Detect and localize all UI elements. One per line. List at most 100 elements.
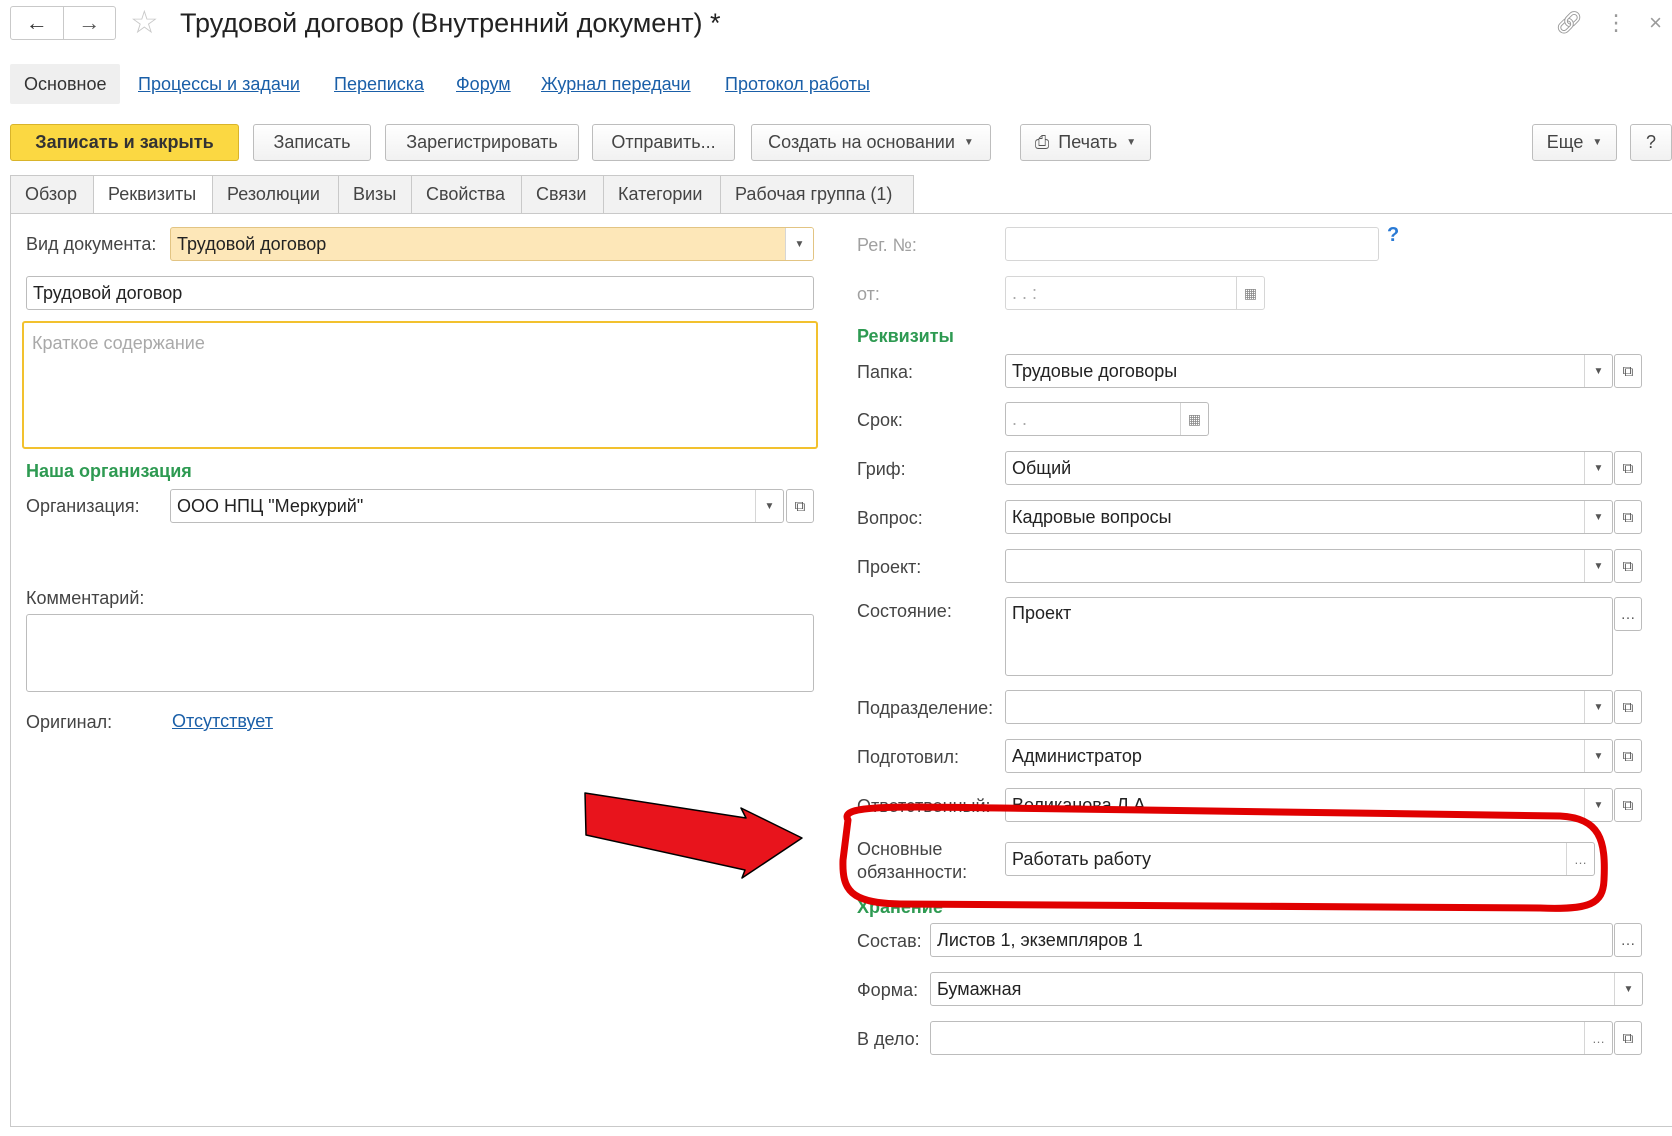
open-icon[interactable]: ⧉ [1614,451,1642,485]
open-icon[interactable]: ⧉ [1614,788,1642,822]
chevron-down-icon[interactable]: ▼ [755,490,783,522]
prepared-value: Администратор [1012,746,1142,766]
chevron-down-icon[interactable]: ▼ [785,228,813,260]
org-label: Организация: [26,496,140,516]
summary-field[interactable]: Краткое содержание [22,321,818,449]
question-field[interactable]: Кадровые вопросы ▼ [1005,500,1613,534]
chevron-down-icon[interactable]: ▼ [1614,973,1642,1005]
open-icon[interactable]: ⧉ [1614,549,1642,583]
save-close-button[interactable]: Записать и закрыть [10,124,239,161]
print-label: Печать [1058,132,1118,152]
folder-field[interactable]: Трудовые договоры ▼ [1005,354,1613,388]
open-icon[interactable]: ⧉ [1614,500,1642,534]
open-icon[interactable]: ⧉ [1614,690,1642,724]
section-tab-correspondence[interactable]: Переписка [334,64,424,104]
responsible-field[interactable]: Великанова Л.А. ▼ [1005,788,1613,822]
doc-type-field[interactable]: Трудовой договор ▼ [170,227,814,261]
term-value: . . [1012,409,1028,429]
org-field[interactable]: ООО НПЦ "Меркурий" ▼ [170,489,784,523]
calendar-icon[interactable]: ▦ [1180,403,1208,435]
open-icon[interactable]: ⧉ [1614,739,1642,773]
help-button[interactable]: ? [1630,124,1672,161]
chevron-down-icon[interactable]: ▼ [1584,501,1612,533]
chevron-down-icon[interactable]: ▼ [1584,452,1612,484]
print-button[interactable]: ⎙ Печать ▼ [1020,124,1151,161]
section-tab-transfer-log[interactable]: Журнал передачи [541,64,691,104]
chevron-down-icon[interactable]: ▼ [1584,740,1612,772]
chevron-down-icon[interactable]: ▼ [1584,691,1612,723]
duties-field[interactable]: Работать работу … [1005,842,1595,876]
tab-properties[interactable]: Свойства [412,175,522,214]
register-button[interactable]: Зарегистрировать [385,124,579,161]
state-field[interactable]: Проект [1005,597,1613,676]
chevron-down-icon: ▼ [963,137,974,148]
calendar-icon[interactable]: ▦ [1236,277,1264,309]
original-link[interactable]: Отсутствует [172,711,273,732]
grif-label: Гриф: [857,459,906,479]
ellipsis-icon[interactable]: … [1614,597,1642,631]
ellipsis-icon[interactable]: … [1584,1022,1612,1054]
section-tab-forum[interactable]: Форум [456,64,511,104]
state-label: Состояние: [857,601,952,621]
question-label: Вопрос: [857,508,923,528]
dept-field[interactable]: ▼ [1005,690,1613,724]
section-tab-main[interactable]: Основное [10,64,121,104]
title-field[interactable]: Трудовой договор [26,276,814,310]
case-field[interactable]: … [930,1021,1613,1055]
case-value [931,1022,1584,1054]
term-field[interactable]: . . ▦ [1005,402,1209,436]
section-tab-processes[interactable]: Процессы и задачи [138,64,300,104]
form-label: Форма: [857,980,919,1000]
doc-type-value: Трудовой договор [177,234,327,254]
back-button[interactable]: ← [11,7,64,39]
chevron-down-icon[interactable]: ▼ [1584,789,1612,821]
forward-button[interactable]: → [64,7,116,39]
star-icon[interactable]: ☆ [130,4,159,40]
ellipsis-icon[interactable]: … [1566,843,1594,875]
open-icon[interactable]: ⧉ [1614,1021,1642,1055]
responsible-label: Ответственный: [857,796,991,816]
link-icon[interactable]: 🔗︎ [1555,6,1583,40]
tab-overview[interactable]: Обзор [10,175,94,214]
date-value: . . : [1012,283,1038,303]
save-button[interactable]: Записать [253,124,371,161]
create-based-button[interactable]: Создать на основании ▼ [751,124,991,161]
form-field[interactable]: Бумажная ▼ [930,972,1643,1006]
help-icon[interactable]: ? [1387,224,1399,247]
tab-links[interactable]: Связи [522,175,604,214]
ellipsis-icon[interactable]: … [1614,923,1642,957]
state-value: Проект [1012,603,1072,623]
project-value [1006,550,1584,582]
date-label: от: [857,284,880,304]
project-label: Проект: [857,557,922,577]
open-icon[interactable]: ⧉ [1614,354,1642,388]
tab-visas[interactable]: Визы [339,175,412,214]
comment-field[interactable] [26,614,814,692]
summary-placeholder: Краткое содержание [32,333,205,353]
tab-categories[interactable]: Категории [604,175,721,214]
reg-field[interactable] [1005,227,1379,261]
date-field[interactable]: . . : ▦ [1005,276,1265,310]
chevron-down-icon[interactable]: ▼ [1584,550,1612,582]
tab-resolutions[interactable]: Резолюции [213,175,339,214]
chevron-down-icon[interactable]: ▼ [1584,355,1612,387]
more-button[interactable]: Еще ▼ [1532,124,1617,161]
form-tabs: Обзор Реквизиты Резолюции Визы Свойства … [10,175,914,214]
prepared-field[interactable]: Администратор ▼ [1005,739,1613,773]
send-button[interactable]: Отправить... [592,124,735,161]
section-tab-work-log[interactable]: Протокол работы [725,64,870,104]
project-field[interactable]: ▼ [1005,549,1613,583]
composition-field[interactable]: Листов 1, экземпляров 1 [930,923,1613,957]
open-icon[interactable]: ⧉ [786,489,814,523]
create-based-label: Создать на основании [768,132,955,152]
storage-section-title: Хранение [857,897,943,917]
grif-field[interactable]: Общий ▼ [1005,451,1613,485]
close-icon[interactable]: × [1649,6,1662,40]
tab-work-group[interactable]: Рабочая группа (1) [721,175,914,214]
chevron-down-icon: ▼ [1126,137,1137,148]
req-section-title: Реквизиты [857,326,954,346]
more-vertical-icon[interactable]: ⋮ [1605,6,1627,40]
doc-type-label: Вид документа: [26,234,157,254]
tab-details[interactable]: Реквизиты [94,175,213,214]
folder-value: Трудовые договоры [1012,361,1178,381]
